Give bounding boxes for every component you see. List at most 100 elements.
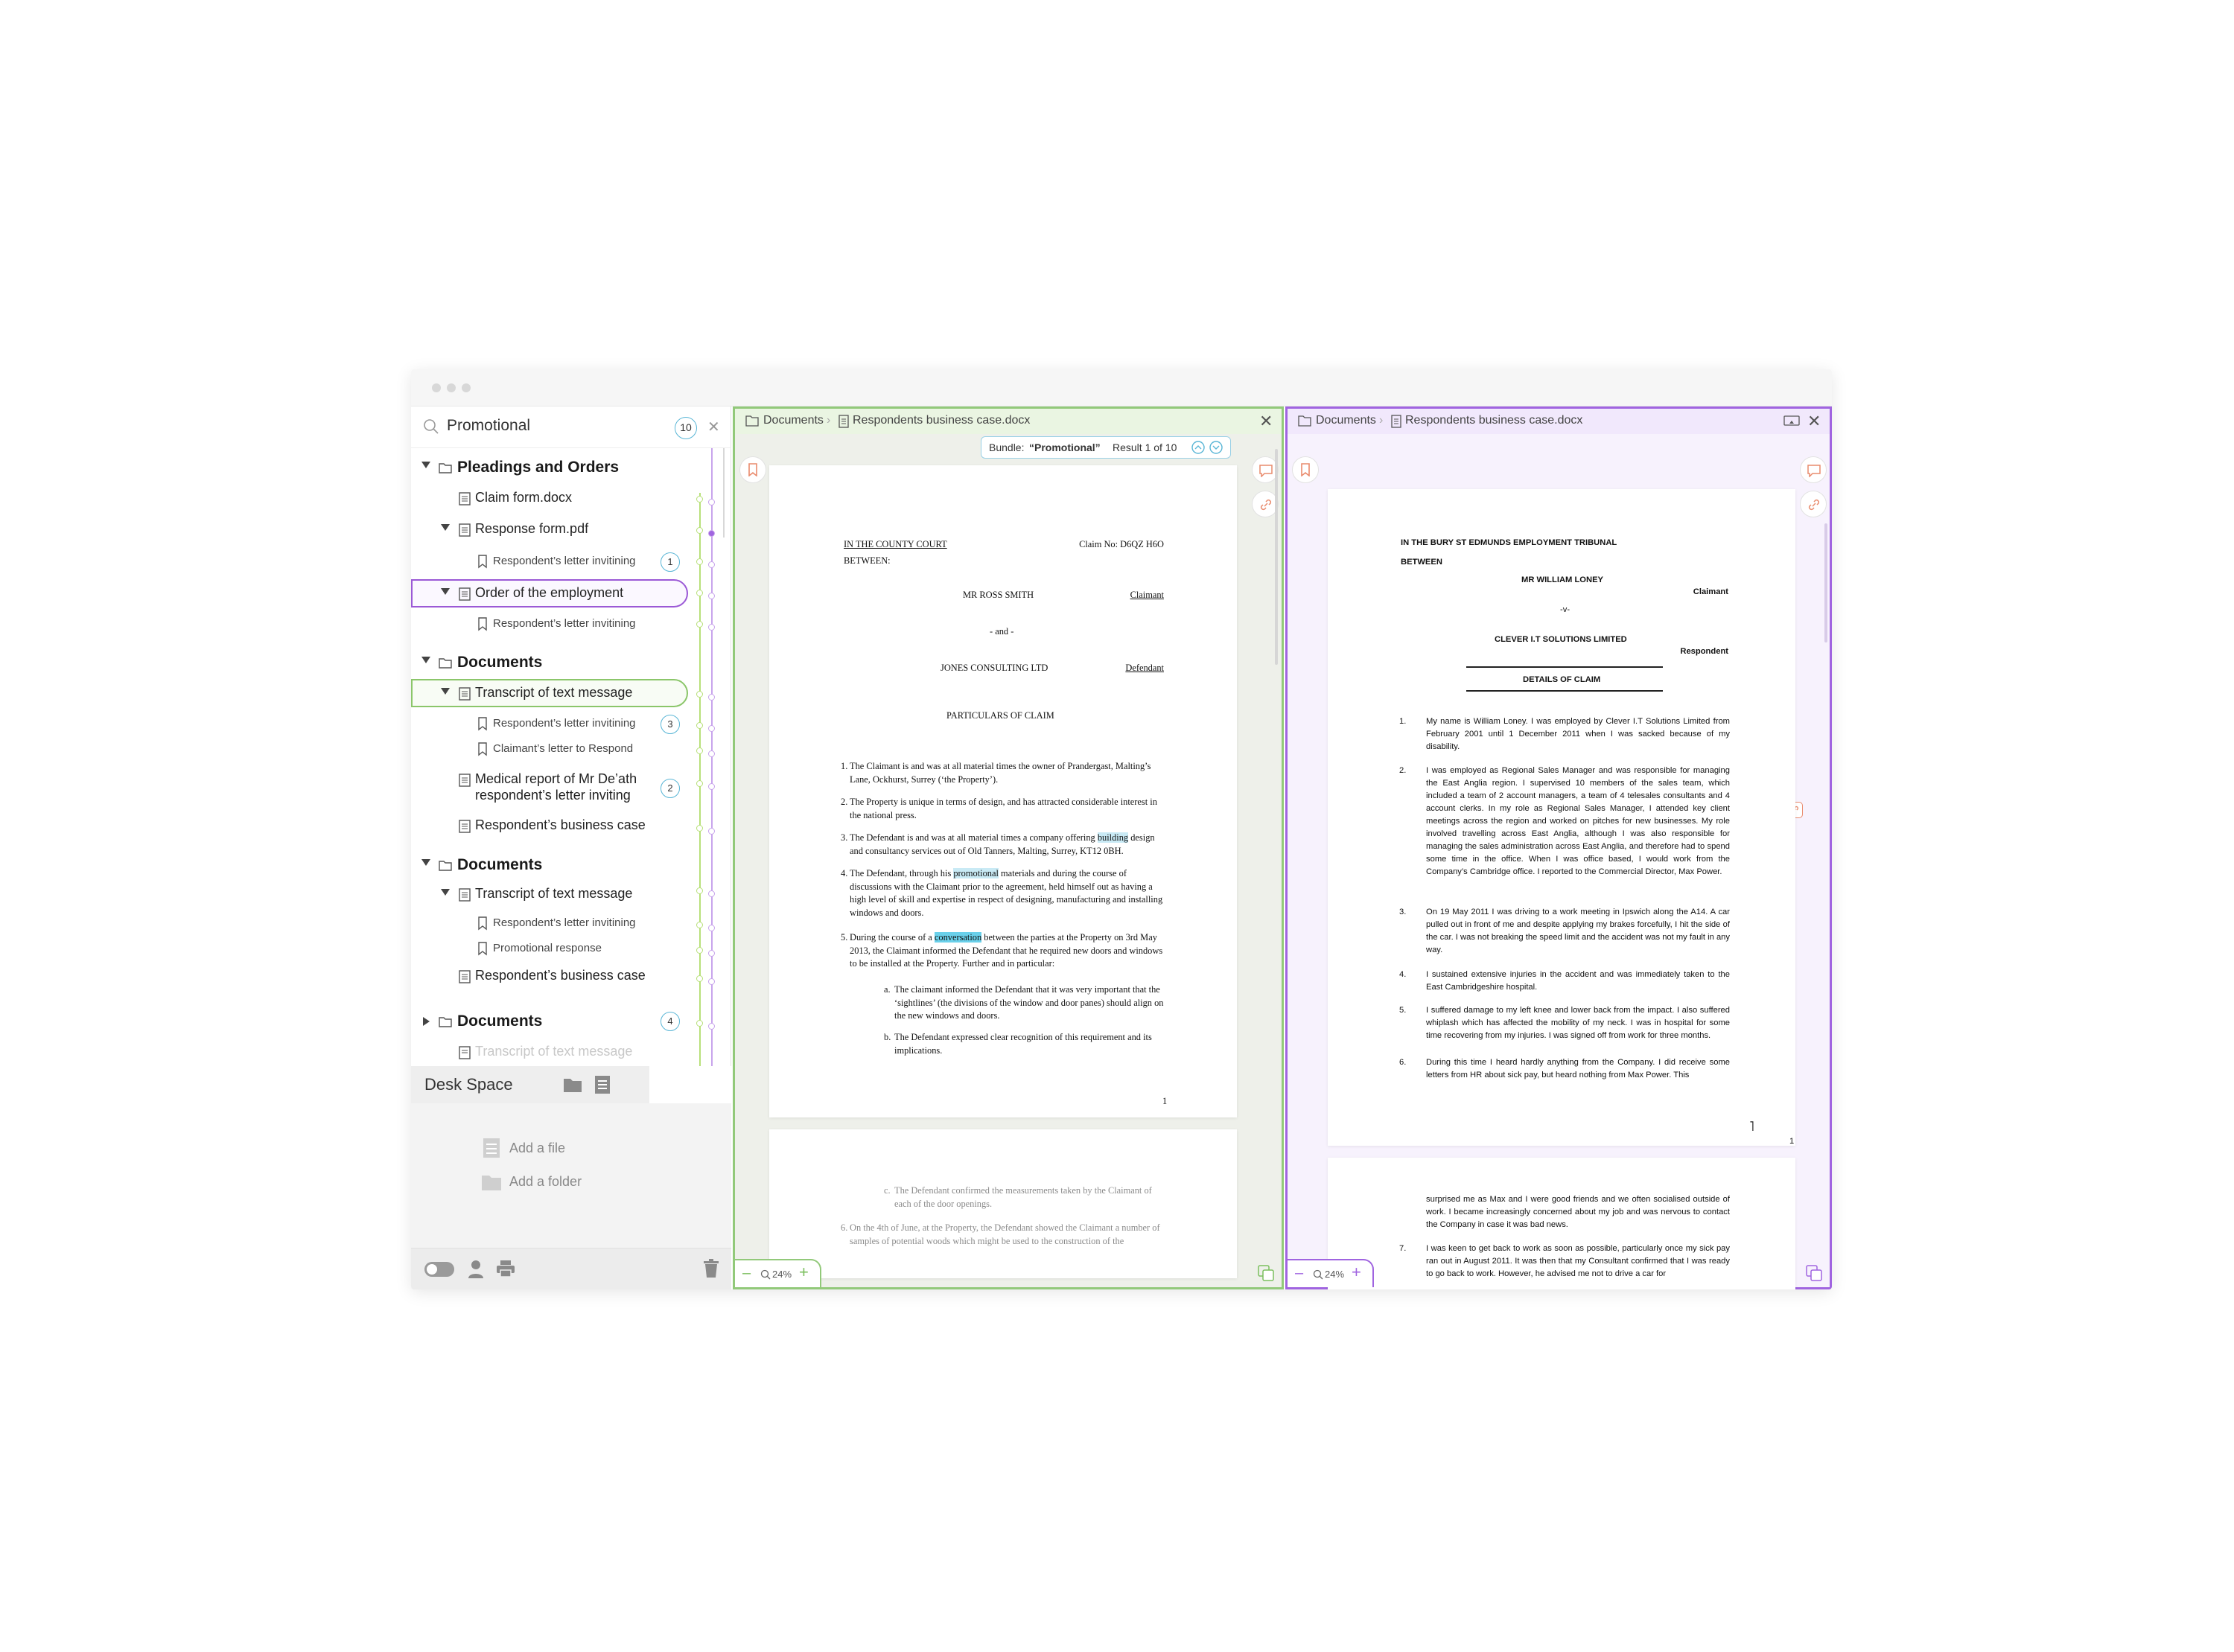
tree-bookmark[interactable]: Respondent’s letter invitining 3 xyxy=(411,710,731,737)
tree-document[interactable]: Respondent’s business case xyxy=(411,963,731,990)
zoom-in-button[interactable]: + xyxy=(799,1263,809,1282)
timeline-node xyxy=(696,691,703,698)
comment-button[interactable] xyxy=(1800,456,1827,483)
tree-folder[interactable]: Documents xyxy=(411,649,731,676)
document-icon xyxy=(459,970,471,983)
tree-folder[interactable]: Pleadings and Orders xyxy=(411,454,731,481)
document-page: c. The Defendant confirmed the measureme… xyxy=(769,1129,1237,1278)
tree-folder[interactable]: Documents xyxy=(411,852,731,878)
search-hit-highlight[interactable]: promotional xyxy=(953,868,999,878)
tree-document[interactable]: Transcript of text message xyxy=(411,1039,731,1066)
tree-bookmark[interactable]: Respondent’s letter invitining xyxy=(411,910,731,937)
search-icon xyxy=(424,419,439,434)
pane-scrollbar[interactable] xyxy=(1824,523,1827,642)
close-pane-icon[interactable]: ✕ xyxy=(1259,412,1273,431)
bookmark-icon xyxy=(478,555,487,569)
search-result-count: 10 xyxy=(675,417,697,439)
trash-icon[interactable] xyxy=(703,1259,719,1278)
bookmark-icon xyxy=(478,742,487,756)
title-bar xyxy=(411,369,1832,406)
sidebar: Promotional 10 ✕ Pleadings and Orders Cl… xyxy=(411,406,731,1289)
add-folder-icon[interactable] xyxy=(481,1173,502,1191)
window-zoom-dot[interactable] xyxy=(462,383,471,392)
folder-icon xyxy=(439,658,452,669)
desk-space-tab[interactable]: Desk Space xyxy=(411,1066,649,1103)
split-view-icon[interactable] xyxy=(1258,1265,1274,1281)
tree-bookmark[interactable]: Respondent’s letter invitining xyxy=(411,610,731,637)
tree-bookmark[interactable]: Respondent’s letter invitining 1 xyxy=(411,548,731,575)
folder-icon[interactable] xyxy=(563,1077,582,1093)
bundle-tree: Pleadings and Orders Claim form.docx Res… xyxy=(411,448,731,1066)
zoom-in-button[interactable]: + xyxy=(1352,1263,1361,1282)
document-icon xyxy=(459,687,471,701)
document-pane-primary: Documents › Respondents business case.do… xyxy=(733,406,1284,1289)
close-pane-icon[interactable]: ✕ xyxy=(1807,412,1821,431)
document-page: IN THE BURY ST EDMUNDS EMPLOYMENT TRIBUN… xyxy=(1328,489,1795,1146)
bookmark-icon xyxy=(748,463,757,476)
breadcrumb-file[interactable]: Respondents business case.docx xyxy=(853,414,1030,427)
breadcrumb-file[interactable]: Respondents business case.docx xyxy=(1405,414,1582,427)
zoom-level: 24% xyxy=(1325,1269,1345,1280)
split-view-icon[interactable] xyxy=(1806,1265,1822,1281)
tree-bookmark[interactable]: Promotional response xyxy=(411,935,731,962)
tree-bookmark[interactable]: Claimant’s letter to Respond xyxy=(411,736,731,762)
zoom-out-button[interactable]: – xyxy=(1295,1265,1303,1282)
search-bar[interactable]: Promotional 10 ✕ xyxy=(411,406,731,448)
pane-header: Documents › Respondents business case.do… xyxy=(735,409,1282,434)
present-screen-icon[interactable] xyxy=(1783,415,1800,427)
add-file-icon[interactable] xyxy=(483,1138,500,1158)
zoom-level: 24% xyxy=(772,1269,792,1280)
link-button[interactable] xyxy=(1800,491,1827,517)
tree-document-selected[interactable]: Order of the employment xyxy=(411,579,688,607)
timeline-node xyxy=(708,593,715,599)
add-file-button[interactable]: Add a file xyxy=(509,1141,565,1156)
tree-folder[interactable]: Documents 4 xyxy=(411,1008,731,1035)
bookmark-button[interactable] xyxy=(739,456,766,483)
breadcrumb-root[interactable]: Documents xyxy=(763,414,824,427)
timeline-node xyxy=(708,694,715,701)
heading-rule xyxy=(1466,666,1663,668)
tree-document[interactable]: Response form.pdf xyxy=(411,517,731,543)
tree-document[interactable]: Claim form.docx xyxy=(411,485,731,512)
tree-document[interactable]: Respondent’s business case xyxy=(411,813,731,840)
comment-icon xyxy=(1259,465,1273,477)
add-folder-button[interactable]: Add a folder xyxy=(509,1174,582,1190)
print-icon[interactable] xyxy=(496,1260,515,1278)
current-search-hit-highlight[interactable]: conversation xyxy=(934,932,982,943)
document-icon xyxy=(459,888,471,902)
search-result-navigator: Bundle: “Promotional” Result 1 of 10 xyxy=(981,436,1231,459)
document-icon[interactable] xyxy=(594,1075,611,1094)
heading-rule xyxy=(1466,690,1663,692)
cursor-mark: ˥ xyxy=(1749,1119,1754,1134)
document-icon xyxy=(459,523,471,537)
next-result-icon[interactable] xyxy=(1209,441,1223,454)
window-close-dot[interactable] xyxy=(432,383,441,392)
bookmark-button[interactable] xyxy=(1292,456,1319,483)
document-icon xyxy=(459,587,471,601)
toggle-switch[interactable] xyxy=(424,1262,454,1277)
breadcrumb-separator: › xyxy=(827,414,831,427)
bookmark-icon xyxy=(478,916,487,931)
clear-search-icon[interactable]: ✕ xyxy=(707,418,720,436)
user-icon[interactable] xyxy=(468,1260,484,1279)
tree-document[interactable]: Transcript of text message xyxy=(411,881,731,908)
search-input[interactable]: Promotional xyxy=(447,417,530,435)
zoom-out-button[interactable]: – xyxy=(742,1265,751,1282)
hit-count-badge: 4 xyxy=(661,1012,680,1031)
document-pane-secondary: Documents › Respondents business case.do… xyxy=(1285,406,1832,1289)
document-icon xyxy=(459,774,471,787)
tree-document-active[interactable]: Transcript of text message xyxy=(411,679,688,707)
window-minimize-dot[interactable] xyxy=(447,383,456,392)
search-hit-highlight[interactable]: building xyxy=(1097,832,1129,843)
breadcrumb-root[interactable]: Documents xyxy=(1316,414,1376,427)
sidebar-footer xyxy=(411,1248,731,1289)
bookmark-icon xyxy=(478,942,487,956)
tree-document[interactable]: Medical report of Mr De’ath respondent’s… xyxy=(411,767,731,804)
breadcrumb-separator: › xyxy=(1379,414,1384,427)
app-window: Promotional 10 ✕ Pleadings and Orders Cl… xyxy=(411,369,1832,1289)
pane-scrollbar[interactable] xyxy=(1275,449,1278,665)
folder-icon xyxy=(439,1017,452,1027)
folder-icon xyxy=(1298,415,1311,427)
hit-count-badge: 1 xyxy=(661,552,680,572)
previous-result-icon[interactable] xyxy=(1191,441,1205,454)
